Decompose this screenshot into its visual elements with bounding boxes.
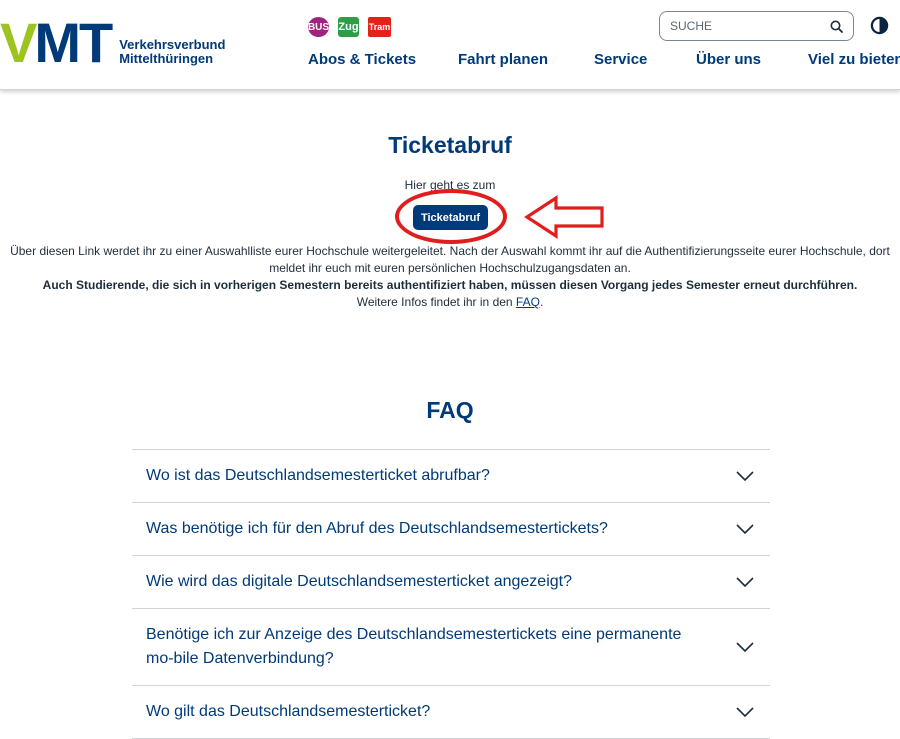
site-header: V MT Verkehrsverbund Mittelthüringen BUS… — [0, 0, 900, 90]
bus-icon: BUS — [308, 17, 329, 37]
tram-icon: Tram — [368, 17, 391, 37]
page-title: Ticketabruf — [388, 132, 512, 158]
info-bold-note: Auch Studierende, die sich in vorherigen… — [42, 278, 858, 292]
search-icon[interactable] — [830, 20, 843, 33]
search-input[interactable] — [670, 19, 830, 33]
info-line-1: Über diesen Link werdet ihr zu einer Aus… — [10, 244, 890, 258]
chevron-down-icon — [736, 577, 754, 587]
faq-link[interactable]: FAQ — [516, 295, 540, 309]
faq-item[interactable]: Wo ist das Deutschlandsemesterticket abr… — [132, 450, 770, 503]
chevron-down-icon — [736, 642, 754, 652]
info-more-prefix: Weitere Infos findet ihr in den — [356, 295, 516, 309]
nav-ueber-uns[interactable]: Über uns — [696, 51, 761, 68]
chevron-down-icon — [736, 471, 754, 481]
faq-question: Wo gilt das Deutschlandsemesterticket? — [146, 703, 431, 720]
nav-abos-tickets[interactable]: Abos & Tickets — [308, 51, 416, 68]
chevron-down-icon — [736, 524, 754, 534]
faq-title: FAQ — [426, 397, 474, 423]
faq-item[interactable]: Wo gilt das Deutschlandsemesterticket? — [132, 686, 770, 739]
annotation-arrow-icon — [524, 195, 604, 239]
nav-viel-zu-bieten[interactable]: Viel zu bieten — [808, 51, 900, 68]
transport-modes: BUS Zug Tram — [308, 17, 391, 37]
faq-item[interactable]: Benötige ich zur Anzeige des Deutschland… — [132, 609, 770, 686]
faq-item[interactable]: Wie wird das digitale Deutschlandsemeste… — [132, 556, 770, 609]
logo-text-line1: Verkehrsverbund — [119, 37, 226, 52]
faq-question: Wo ist das Deutschlandsemesterticket abr… — [146, 467, 490, 484]
info-more: Weitere Infos findet ihr in den FAQ. — [0, 294, 900, 311]
highlight-circle — [395, 189, 507, 244]
info-more-suffix: . — [539, 295, 544, 309]
faq-question: Was benötige ich für den Abruf des Deuts… — [146, 520, 608, 537]
faq-item[interactable]: Was benötige ich für den Abruf des Deuts… — [132, 503, 770, 556]
faq-accordion: Wo ist das Deutschlandsemesterticket abr… — [132, 449, 770, 739]
nav-service[interactable]: Service — [594, 51, 647, 68]
train-icon: Zug — [338, 17, 359, 37]
faq-question: Benötige ich zur Anzeige des Deutschland… — [146, 626, 682, 667]
chevron-down-icon — [736, 707, 754, 717]
nav-fahrt-planen[interactable]: Fahrt planen — [458, 51, 548, 68]
main-nav: Abos & Tickets Fahrt planen Service Über… — [0, 51, 900, 71]
info-line-2: meldet ihr euch mit euren persönlichen H… — [269, 261, 631, 275]
contrast-icon[interactable] — [870, 16, 889, 35]
search-box[interactable] — [659, 11, 854, 41]
faq-question: Wie wird das digitale Deutschlandsemeste… — [146, 573, 572, 590]
info-text: Über diesen Link werdet ihr zu einer Aus… — [0, 243, 900, 311]
